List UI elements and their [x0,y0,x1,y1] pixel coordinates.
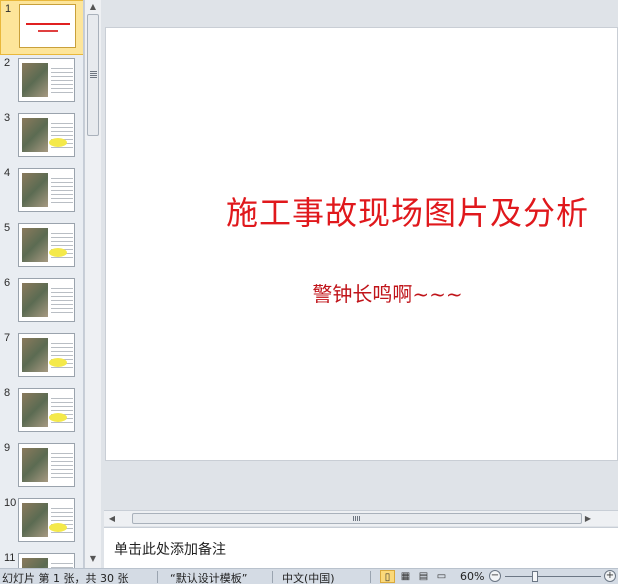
horizontal-scrollbar[interactable]: ◀ ▶ [104,510,618,526]
slide-thumbnail-3[interactable]: 3 [0,110,83,165]
slide-thumbnail-4[interactable]: 4 [0,165,83,220]
slide-thumbnail-7[interactable]: 7 [0,330,83,385]
notes-pane[interactable]: 单击此处添加备注 [104,527,618,568]
slide-sorter-view-icon[interactable]: ▦ [398,570,413,583]
scroll-left-arrow-icon[interactable]: ◀ [104,511,120,526]
slide-thumbnail-1[interactable]: 1 [0,0,83,55]
slide-number: 9 [4,442,11,454]
slide-thumbnail-image [19,4,76,48]
slide-number: 2 [4,57,11,69]
scroll-up-arrow-icon[interactable]: ▲ [85,0,101,14]
theme-name-status[interactable]: “默认设计模板” [170,570,247,584]
slide-editing-area: 施工事故现场图片及分析 警钟长鸣啊~~~ [102,0,618,510]
slide-number: 10 [4,497,17,509]
slide-thumbnail-5[interactable]: 5 [0,220,83,275]
slide-number: 11 [4,552,16,564]
slide-title[interactable]: 施工事故现场图片及分析 [106,188,618,234]
slide-thumbnail-8[interactable]: 8 [0,385,83,440]
slide-thumbnail-image [18,498,75,542]
slide-thumbnail-image [18,278,75,322]
notes-placeholder[interactable]: 单击此处添加备注 [114,539,226,559]
slide-thumbnail-10[interactable]: 10 [0,495,83,550]
slide-thumbnail-image [18,58,75,102]
zoom-out-icon[interactable]: − [489,570,501,582]
slide-thumbnail-11[interactable]: 11 [0,550,83,568]
horizontal-scrollbar-thumb[interactable] [132,513,582,524]
slide-number: 4 [4,167,11,179]
slide-thumbnail-image [18,113,75,157]
status-bar: 幻灯片 第 1 张，共 30 张 “默认设计模板” 中文(中国) ▯ ▦ ▤ ▭… [0,568,618,584]
scrollbar-thumb[interactable] [87,14,99,136]
slide-thumbnail-6[interactable]: 6 [0,275,83,330]
zoom-slider-thumb[interactable] [532,571,538,582]
slide-thumbnail-2[interactable]: 2 [0,55,83,110]
slide-canvas[interactable]: 施工事故现场图片及分析 警钟长鸣啊~~~ [105,27,618,461]
slide-number: 8 [4,387,11,399]
slide-show-view-icon[interactable]: ▭ [434,570,449,583]
slide-number: 1 [5,3,12,15]
slide-thumbnail-pane[interactable]: 1 2 3 4 5 6 7 8 9 10 11 [0,0,84,568]
slide-thumbnail-image [18,443,75,487]
grip-icon [353,516,361,521]
slide-number: 5 [4,222,11,234]
slide-thumbnail-image [18,333,75,377]
slide-thumbnail-image [18,168,75,212]
slide-thumbnail-9[interactable]: 9 [0,440,83,495]
slide-number: 3 [4,112,11,124]
divider [157,571,158,583]
slide-count-status: 幻灯片 第 1 张，共 30 张 [2,572,129,584]
slide-thumbnail-image [18,553,75,568]
zoom-slider-track[interactable] [505,576,601,577]
scroll-right-arrow-icon[interactable]: ▶ [580,511,596,526]
language-status[interactable]: 中文(中国) [282,570,335,584]
slide-number: 7 [4,332,11,344]
divider [370,571,371,583]
thumbnail-scrollbar[interactable]: ▲ ▼ [84,0,101,568]
reading-view-icon[interactable]: ▤ [416,570,431,583]
divider [272,571,273,583]
zoom-in-icon[interactable]: + [604,570,616,582]
scroll-down-arrow-icon[interactable]: ▼ [85,552,101,566]
normal-view-icon[interactable]: ▯ [380,570,395,583]
zoom-level[interactable]: 60% [460,570,484,583]
slide-thumbnail-image [18,223,75,267]
slide-number: 6 [4,277,11,289]
slide-subtitle[interactable]: 警钟长鸣啊~~~ [106,278,618,307]
slide-thumbnail-image [18,388,75,432]
grip-icon [90,71,97,79]
